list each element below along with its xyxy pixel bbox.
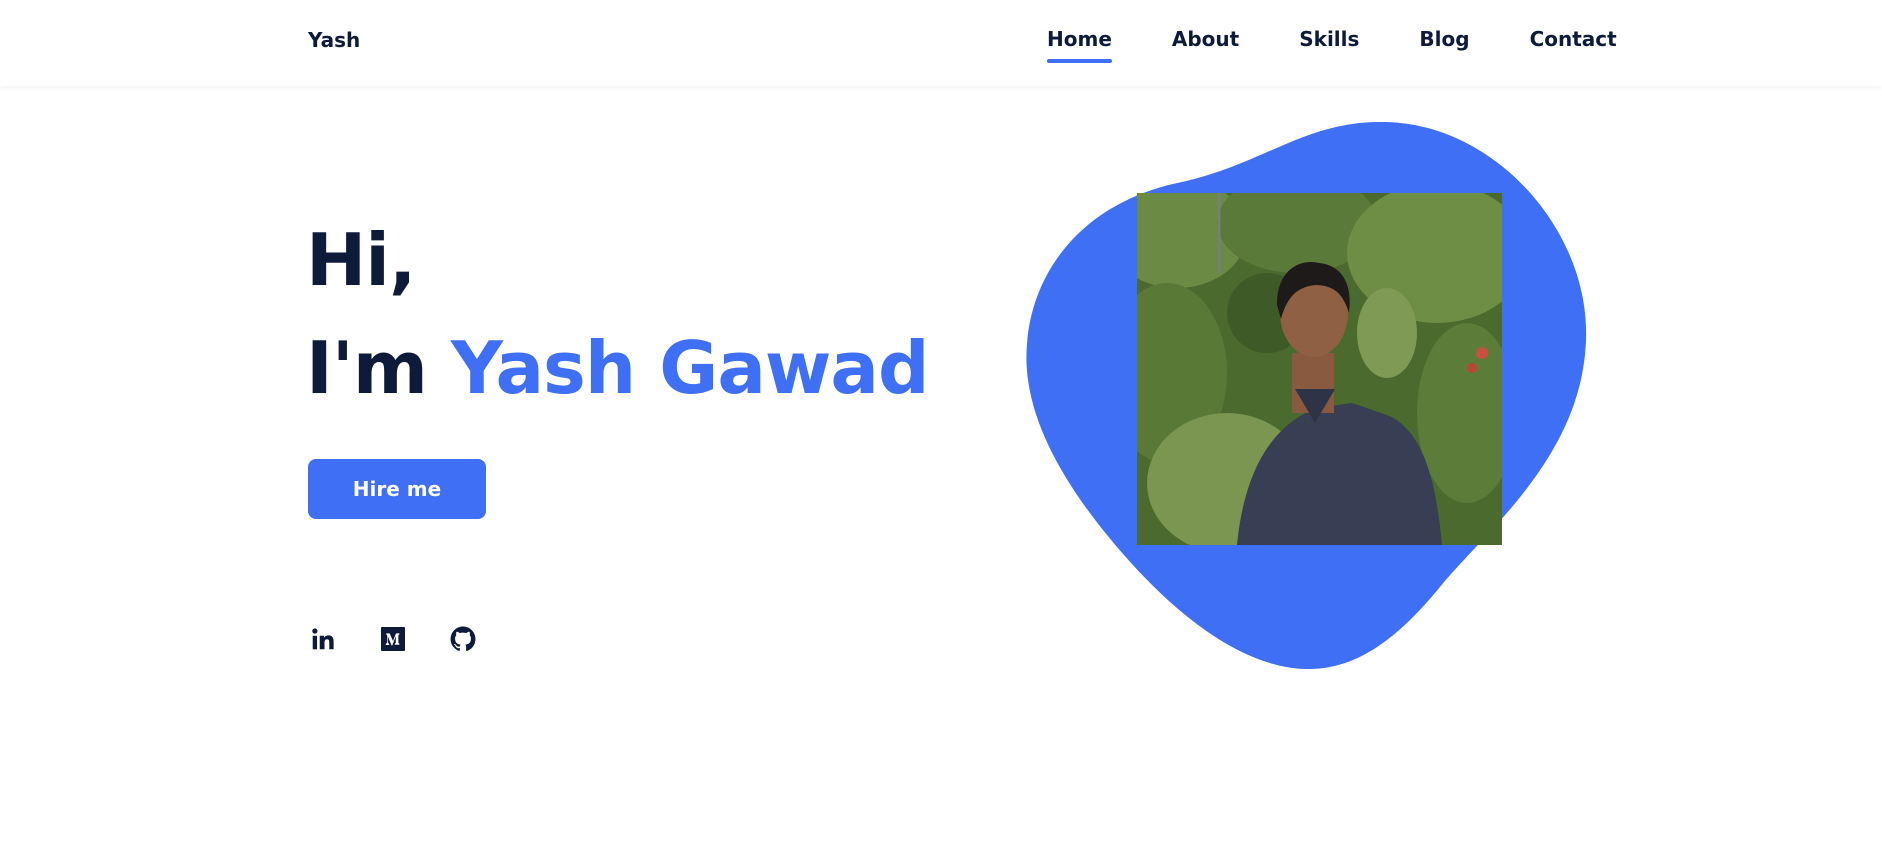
medium-icon[interactable] (380, 626, 406, 652)
linkedin-icon[interactable] (310, 626, 336, 652)
github-icon[interactable] (450, 626, 476, 652)
hero-greeting: Hi, (306, 218, 416, 302)
hero-name: Yash Gawad (450, 326, 930, 410)
nav-link-home[interactable]: Home (1047, 27, 1112, 63)
nav-link-blog[interactable]: Blog (1419, 27, 1469, 63)
hire-me-button[interactable]: Hire me (308, 459, 486, 519)
profile-photo (1137, 193, 1502, 545)
social-links (310, 626, 476, 652)
nav-link-about[interactable]: About (1172, 27, 1239, 63)
site-header: Yash Home About Skills Blog Contact (0, 0, 1882, 86)
hero-title: Hi, I'm Yash Gawad (306, 206, 930, 422)
hero-intro-prefix: I'm (306, 326, 451, 410)
nav-link-skills[interactable]: Skills (1299, 27, 1359, 63)
main-nav: Home About Skills Blog Contact (1047, 27, 1617, 63)
site-logo[interactable]: Yash (308, 28, 360, 52)
nav-link-contact[interactable]: Contact (1530, 27, 1617, 63)
hero-intro: I'm Yash Gawad (306, 314, 930, 422)
